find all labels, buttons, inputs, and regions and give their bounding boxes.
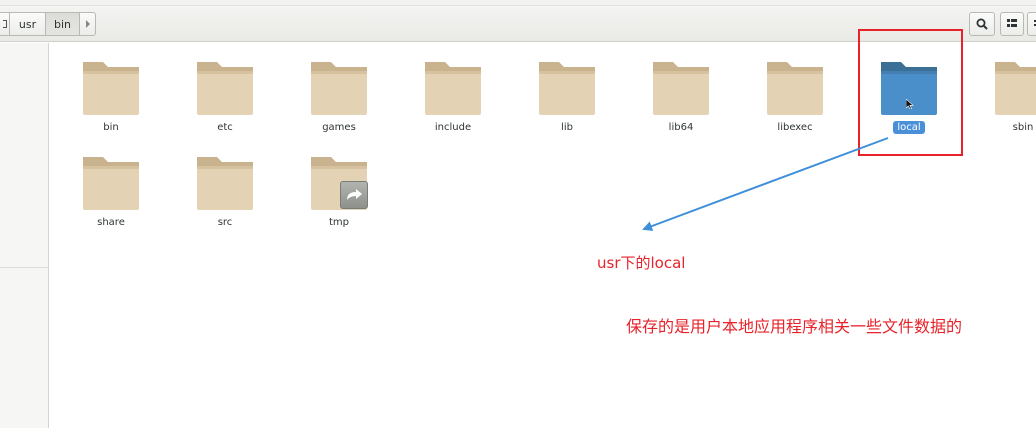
folder-item-games[interactable]: games xyxy=(289,44,389,134)
path-segment-usr[interactable]: usr xyxy=(10,12,46,36)
sidebar xyxy=(0,43,49,428)
annotation-highlight-box xyxy=(858,29,963,156)
folder-item-include[interactable]: include xyxy=(403,44,503,134)
search-button[interactable] xyxy=(969,12,995,36)
chevron-right-icon xyxy=(85,20,90,28)
folder-item-etc[interactable]: etc xyxy=(175,44,275,134)
folder-item-sbin[interactable]: sbin xyxy=(973,44,1036,134)
path-next-button[interactable] xyxy=(80,12,96,36)
folder-item-bin[interactable]: bin xyxy=(61,44,161,134)
annotation-description: 保存的是用户本地应用程序相关一些文件数据的 xyxy=(626,317,963,336)
list-view-icon xyxy=(1007,19,1017,27)
folder-item-lib[interactable]: lib xyxy=(517,44,617,134)
path-bar: usr bin xyxy=(0,12,96,36)
folder-icon xyxy=(83,157,139,210)
search-icon xyxy=(976,18,988,30)
folder-item-src[interactable]: src xyxy=(175,139,275,229)
home-icon xyxy=(2,20,7,28)
menu-button[interactable] xyxy=(1027,12,1036,36)
folder-icon xyxy=(767,62,823,115)
folder-item-tmp[interactable]: tmp xyxy=(289,139,389,229)
path-segment-bin[interactable]: bin xyxy=(46,12,80,36)
folder-icon xyxy=(83,62,139,115)
folder-item-libexec[interactable]: libexec xyxy=(745,44,845,134)
folder-item-share[interactable]: share xyxy=(61,139,161,229)
folder-item-lib64[interactable]: lib64 xyxy=(631,44,731,134)
folder-icon xyxy=(425,62,481,115)
folder-icon xyxy=(197,62,253,115)
file-manager-window: usr bin bin etc games include lib lib64 … xyxy=(0,0,1036,428)
folder-icon xyxy=(539,62,595,115)
folder-icon xyxy=(653,62,709,115)
folder-icon xyxy=(197,157,253,210)
view-toggle-button[interactable] xyxy=(1000,12,1024,36)
folder-icon xyxy=(995,62,1036,115)
folder-icon xyxy=(311,62,367,115)
symlink-icon xyxy=(340,181,368,209)
sidebar-divider xyxy=(0,267,48,268)
annotation-title: usr下的local xyxy=(597,254,686,272)
path-home-button[interactable] xyxy=(0,12,10,36)
